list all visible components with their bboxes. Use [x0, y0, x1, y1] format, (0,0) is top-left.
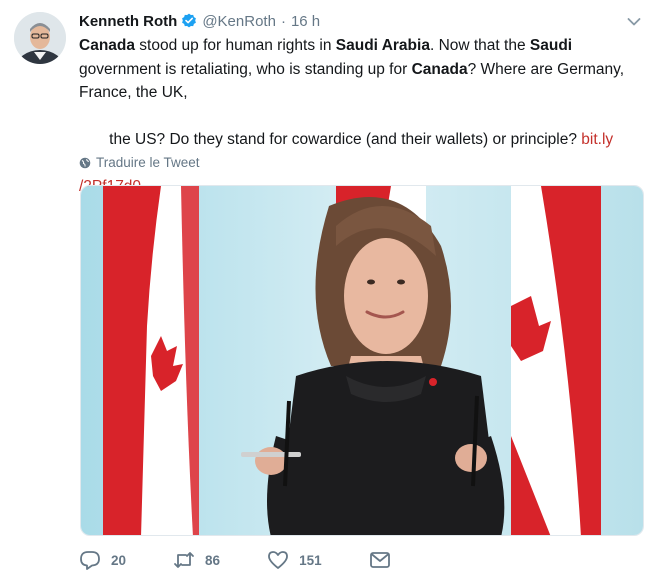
like-button[interactable]: 151: [267, 550, 322, 570]
text-span: France, the UK,: [79, 84, 188, 101]
retweet-icon: [174, 552, 194, 568]
hashtag-like-bold: Canada: [79, 37, 135, 54]
author-handle[interactable]: @KenRoth: [202, 13, 276, 30]
text-span: stood up for human rights in: [135, 37, 336, 54]
tweet-card: Kenneth Roth @KenRoth · 16 h Canada stoo…: [0, 0, 661, 574]
retweet-button[interactable]: 86: [173, 550, 220, 570]
tweet-text-line: Canada stood up for human rights in Saud…: [79, 34, 651, 58]
text-span: . Now that the: [429, 37, 530, 54]
reply-button[interactable]: 20: [79, 550, 126, 570]
avatar-image: [14, 12, 66, 64]
reply-icon: [80, 551, 100, 570]
canada-flag-right: [511, 186, 601, 535]
tweet-photo[interactable]: [80, 185, 644, 536]
canada-flag-left: [103, 186, 199, 535]
tweet-actions: 20 86 151: [79, 548, 499, 572]
bold-span: Saudi: [529, 37, 573, 54]
photo-image: [81, 186, 643, 535]
tweet-text-line: France, the UK,: [79, 81, 651, 105]
text-span: government is retaliating, who is standi…: [79, 60, 412, 78]
tweet-timestamp[interactable]: 16 h: [291, 13, 320, 30]
avatar[interactable]: [14, 12, 66, 64]
tweet-header: Kenneth Roth @KenRoth · 16 h: [79, 10, 320, 32]
short-link-part-1[interactable]: bit.ly: [581, 131, 613, 148]
separator-dot: ·: [280, 12, 286, 30]
direct-message-button[interactable]: [369, 550, 391, 570]
like-count: 151: [299, 552, 322, 568]
globe-icon: [79, 157, 91, 169]
text-span: ? Where are Germany,: [467, 60, 625, 78]
translate-tweet-link[interactable]: Traduire le Tweet: [79, 155, 200, 170]
bold-span: Canada: [411, 60, 468, 78]
reply-count: 20: [111, 552, 127, 568]
chevron-down-icon[interactable]: [627, 14, 641, 26]
tweet-text-line: government is retaliating, who is standi…: [79, 58, 651, 82]
envelope-icon: [369, 552, 390, 568]
tweet-text: Canada stood up for human rights in Saud…: [79, 34, 651, 199]
heart-icon: [268, 551, 288, 569]
author-display-name[interactable]: Kenneth Roth: [79, 13, 177, 30]
verified-badge-icon: [181, 13, 197, 29]
retweet-count: 86: [205, 552, 221, 568]
bold-span: Saudi Arabia: [335, 37, 430, 54]
text-span: the US? Do they stand for cowardice (and…: [104, 131, 582, 148]
translate-label: Traduire le Tweet: [96, 155, 200, 170]
